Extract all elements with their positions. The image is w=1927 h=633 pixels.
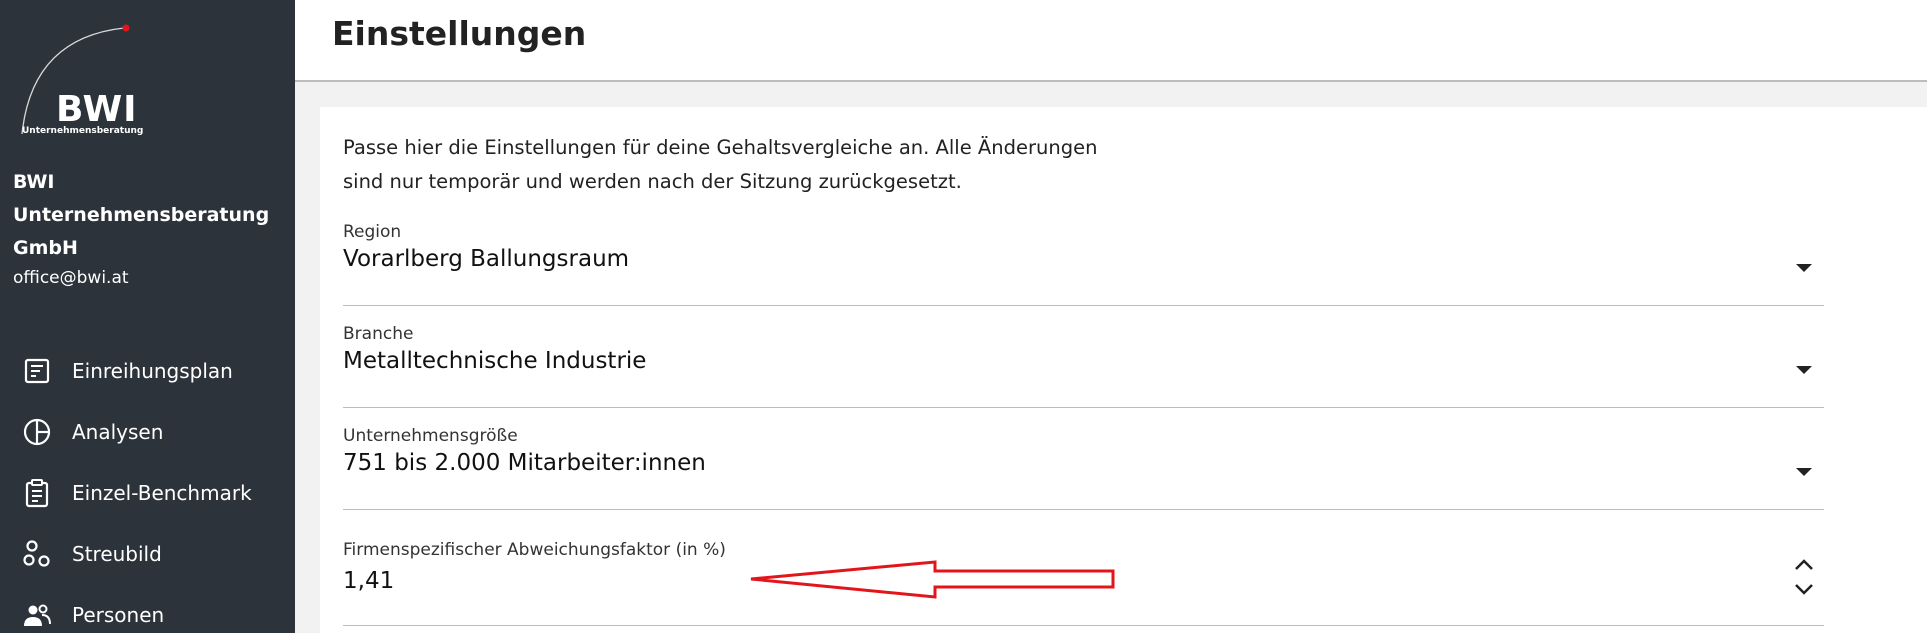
company-email: office@bwi.at: [13, 268, 129, 288]
intro-line-1: Passe hier die Einstellungen für deine G…: [343, 136, 1098, 159]
dropdown-arrow-icon[interactable]: [1796, 468, 1812, 476]
settings-card: Passe hier die Einstellungen für deine G…: [320, 107, 1927, 633]
intro-text: Passe hier die Einstellungen für deine G…: [343, 131, 1243, 199]
region-value: Vorarlberg Ballungsraum: [343, 246, 630, 272]
company-name: BWI Unternehmensberatung GmbH: [13, 171, 270, 259]
intro-line-2: sind nur temporär und werden nach der Si…: [343, 170, 962, 193]
sidebar-item-einzel-benchmark[interactable]: Einzel-Benchmark: [0, 462, 295, 523]
sidebar-item-label: Einreihungsplan: [72, 358, 233, 383]
branche-value: Metalltechnische Industrie: [343, 348, 647, 374]
dropdown-arrow-icon[interactable]: [1796, 264, 1812, 272]
page-title: Einstellungen: [332, 14, 587, 53]
number-stepper[interactable]: [1792, 555, 1816, 599]
region-select[interactable]: Region Vorarlberg Ballungsraum: [343, 222, 1824, 306]
sidebar-item-label: Analysen: [72, 419, 164, 444]
dropdown-arrow-icon[interactable]: [1796, 366, 1812, 374]
company-size-label: Unternehmensgröße: [343, 426, 518, 446]
sidebar-item-label: Einzel-Benchmark: [72, 480, 252, 505]
branche-label: Branche: [343, 324, 414, 344]
sidebar-nav: Einreihungsplan Analysen Einzel-Benchmar…: [0, 340, 295, 633]
logo-text: BWI: [56, 89, 138, 130]
bwi-logo[interactable]: BWI Unternehmensberatung: [18, 22, 143, 142]
sidebar-item-label: Personen: [72, 602, 165, 627]
list-document-icon: [22, 356, 52, 386]
sidebar-item-personen[interactable]: Personen: [0, 584, 295, 633]
clipboard-icon: [22, 478, 52, 508]
sidebar: BWI Unternehmensberatung BWI Unternehmen…: [0, 0, 295, 633]
logo-subtext: Unternehmensberatung: [22, 126, 144, 136]
branche-select[interactable]: Branche Metalltechnische Industrie: [343, 324, 1824, 408]
stepper-chevrons-icon: [1795, 559, 1813, 595]
sidebar-item-einreihungsplan[interactable]: Einreihungsplan: [0, 340, 295, 401]
pie-chart-icon: [22, 417, 52, 447]
sidebar-item-streubild[interactable]: Streubild: [0, 523, 295, 584]
sidebar-item-label: Streubild: [72, 541, 162, 566]
page-header: Einstellungen: [295, 0, 1927, 82]
scatter-icon: [22, 539, 52, 569]
company-size-select[interactable]: Unternehmensgröße 751 bis 2.000 Mitarbei…: [343, 426, 1824, 510]
company-size-value: 751 bis 2.000 Mitarbeiter:innen: [343, 450, 706, 476]
region-label: Region: [343, 222, 402, 242]
people-icon: [22, 600, 52, 630]
annotation-arrow-icon: [750, 560, 1115, 599]
sidebar-item-analysen[interactable]: Analysen: [0, 401, 295, 462]
